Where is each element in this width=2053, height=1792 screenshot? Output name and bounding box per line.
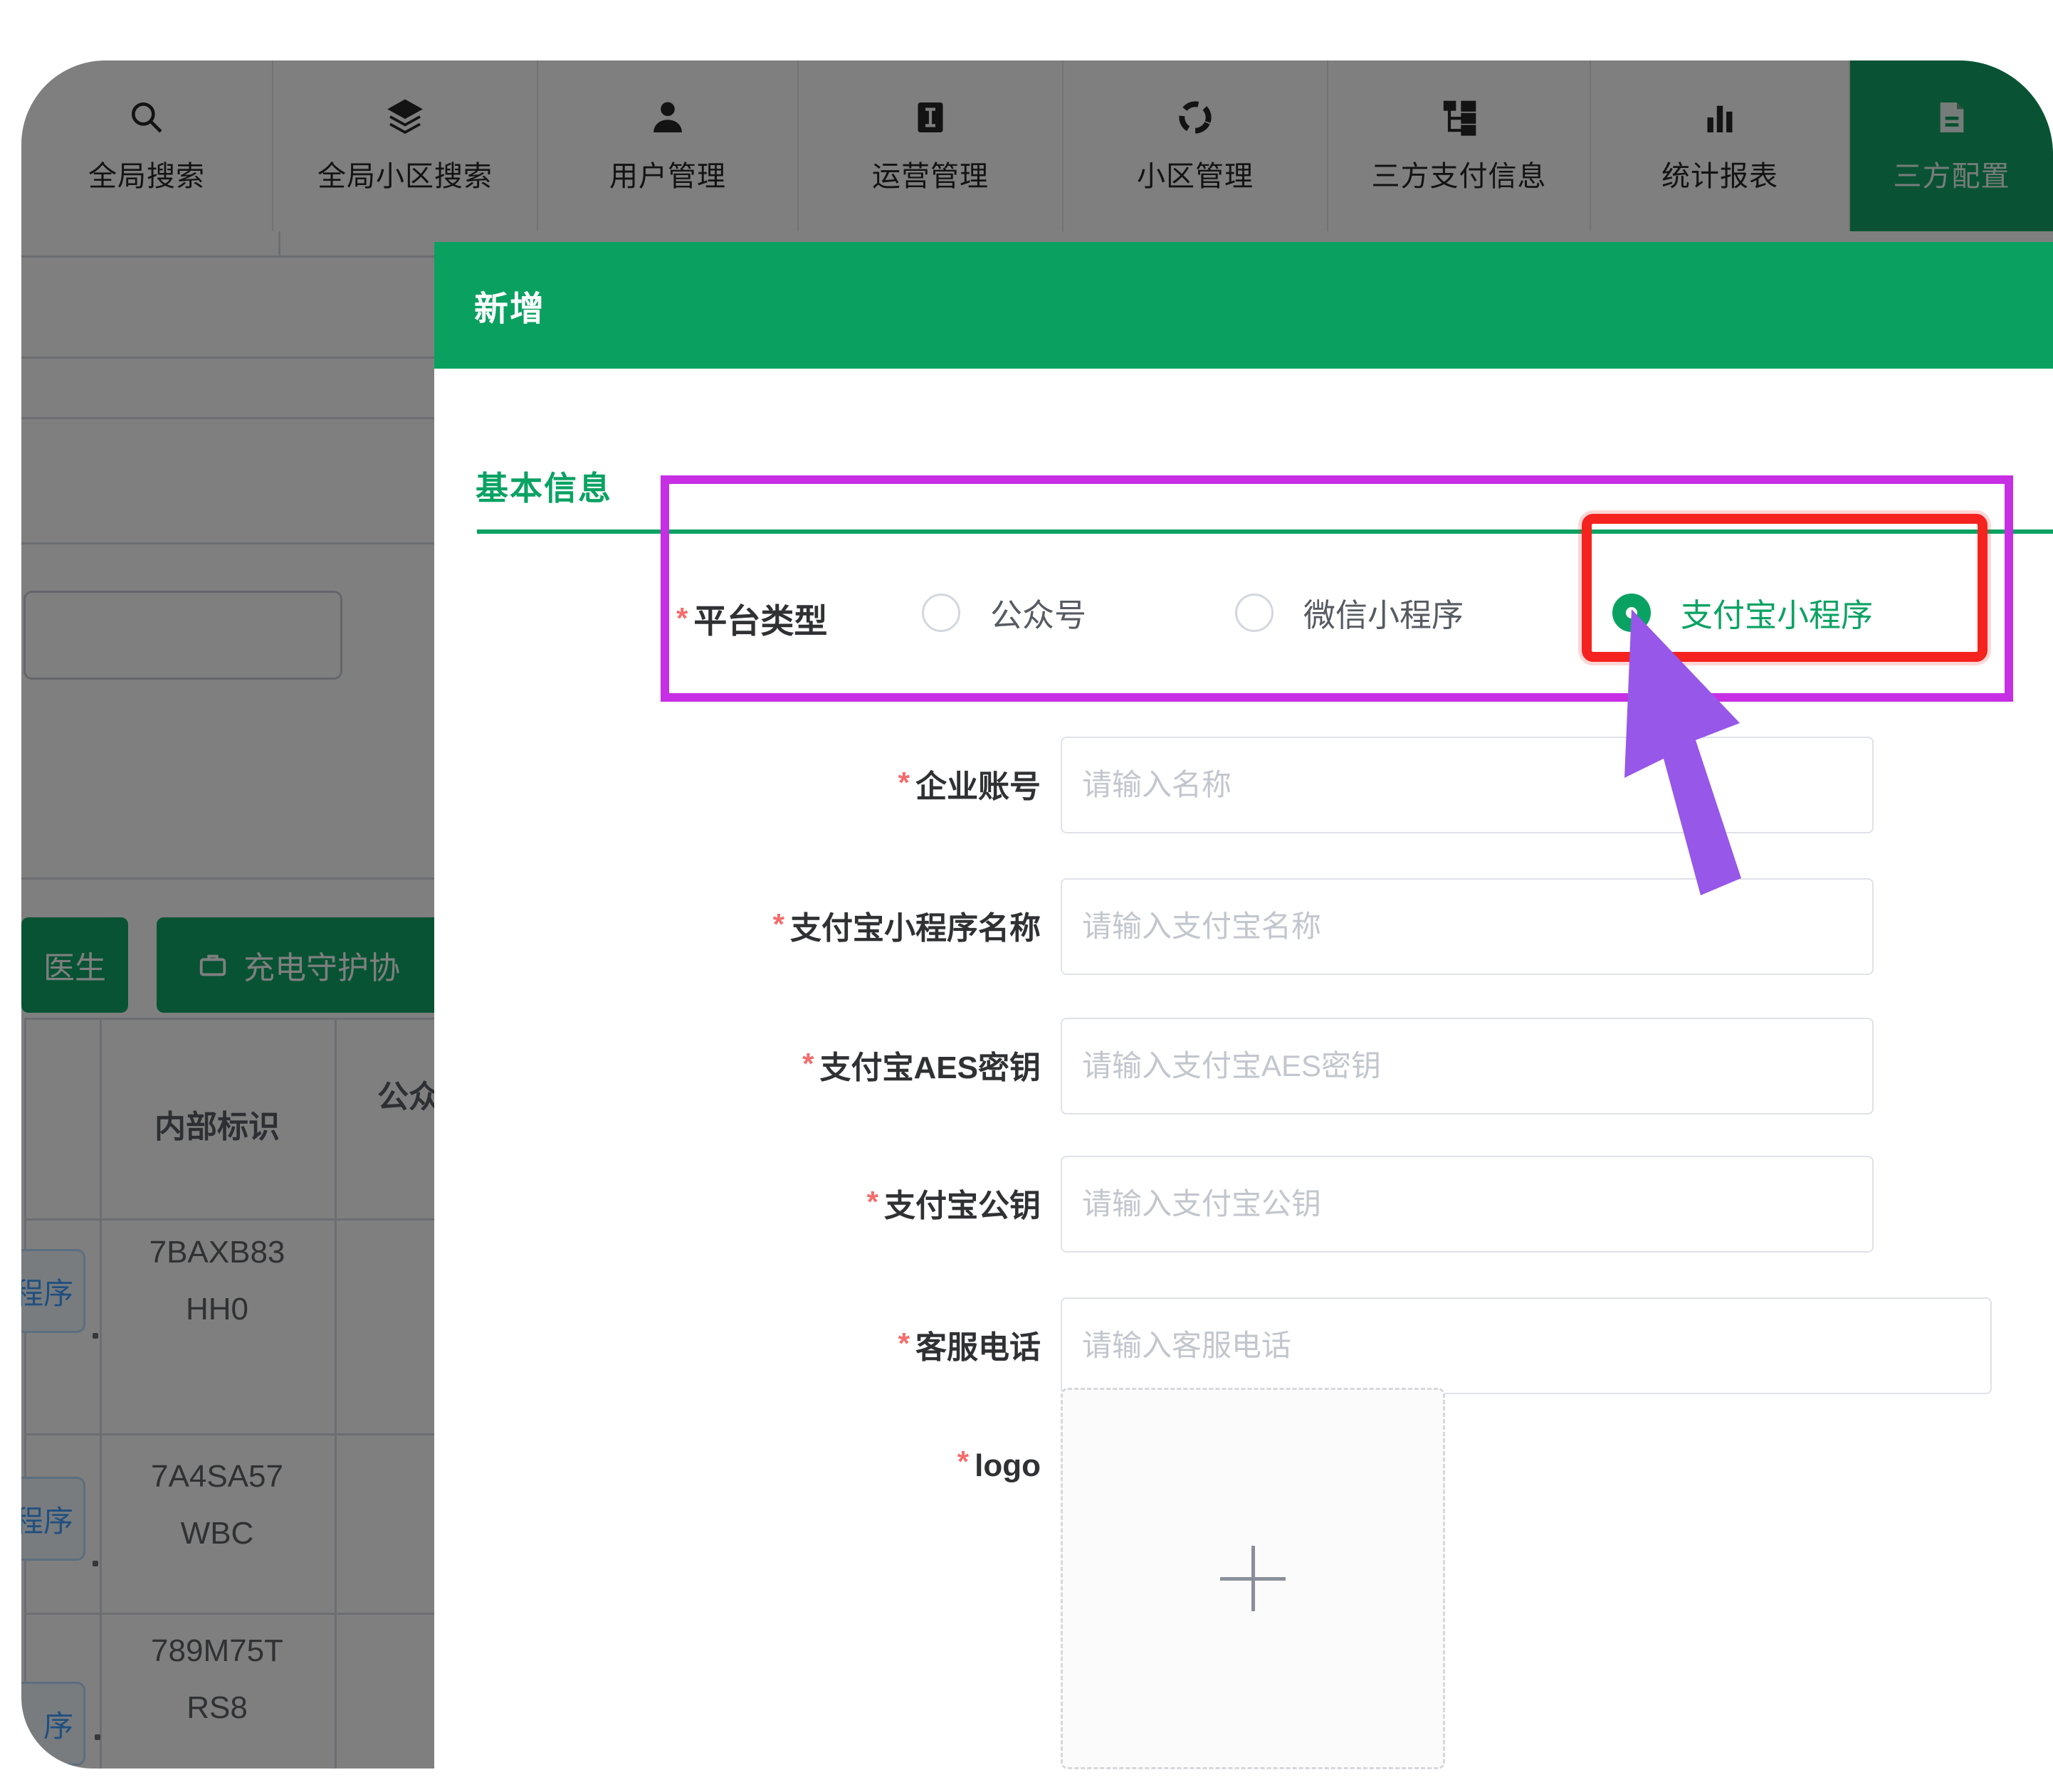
required-asterisk: *: [898, 766, 910, 799]
field-label: *客服电话: [898, 1322, 1041, 1367]
screenshot-canvas: 全局搜索 全局小区搜索 用户管理 运营管理 小区管理: [0, 0, 2053, 1792]
field-label: *支付宝AES密钥: [802, 1042, 1041, 1087]
required-asterisk: *: [867, 1185, 878, 1218]
logo-upload-box[interactable]: [1061, 1388, 1445, 1769]
required-asterisk: *: [957, 1445, 969, 1478]
dialog-title: 新增: [474, 280, 545, 330]
dialog-header: 新增: [434, 242, 2053, 369]
plus-icon: [1220, 1546, 1286, 1611]
service-phone-input[interactable]: [1061, 1297, 1992, 1394]
field-label: *logo: [957, 1445, 1041, 1484]
tab-basic-info[interactable]: 基本信息: [476, 463, 612, 510]
field-label: *支付宝小程序名称: [773, 902, 1041, 948]
field-label: *支付宝公钥: [867, 1180, 1041, 1226]
required-asterisk: *: [898, 1327, 910, 1360]
required-asterisk: *: [773, 907, 784, 941]
required-asterisk: *: [802, 1047, 814, 1080]
field-label: *企业账号: [898, 761, 1041, 806]
mouse-cursor-icon: [1624, 609, 1753, 908]
add-dialog: 新增 基本信息 *平台类型 公众号 微信小程序 支付宝小程序 *企业账号: [434, 242, 2053, 1792]
alipay-aes-key-input[interactable]: [1061, 1018, 1874, 1114]
alipay-public-key-input[interactable]: [1061, 1156, 1874, 1253]
